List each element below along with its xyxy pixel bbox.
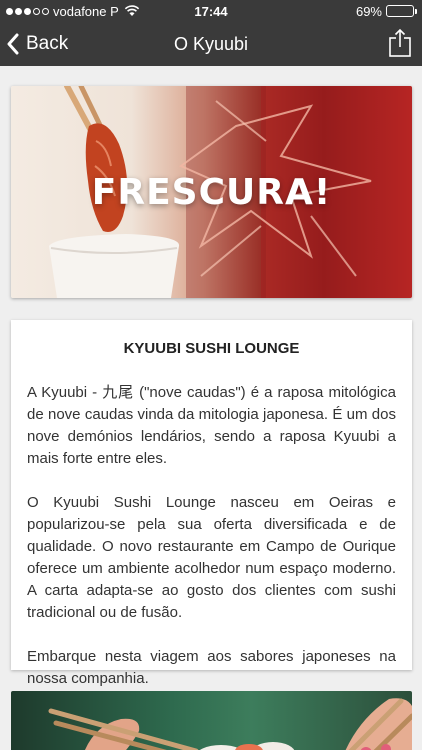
card-paragraph: O Kyuubi Sushi Lounge nasceu em Oeiras e…	[27, 494, 396, 621]
sushi-illustration	[48, 698, 412, 750]
back-label: Back	[26, 33, 69, 54]
status-right: 69%	[355, 0, 417, 22]
status-bar: vodafone P 17:44 69%	[0, 0, 422, 22]
hero-caption: FRESCURA!	[91, 172, 332, 213]
chevron-left-icon	[7, 33, 19, 55]
back-button[interactable]: Back	[6, 22, 68, 66]
battery-icon	[386, 5, 417, 17]
card-paragraph: Embarque nesta viagem aos sabores japone…	[27, 648, 396, 687]
info-card: KYUUBI SUSHI LOUNGE A Kyuubi - 九尾 ("nove…	[11, 320, 412, 687]
hero-image: FRESCURA!	[11, 86, 412, 298]
signal-icon	[6, 7, 49, 15]
navigation-bar: Back O Kyuubi	[0, 22, 422, 66]
wifi-icon	[124, 5, 139, 16]
status-left: vodafone P	[6, 0, 140, 22]
content-area[interactable]: FRESCURA! KYUUBI SUSHI LOUNGE A Kyuubi -…	[0, 66, 422, 750]
carrier-name: vodafone P	[53, 3, 119, 19]
battery-percent: 69%	[355, 3, 382, 19]
card-paragraph: A Kyuubi - 九尾 ("nove caudas") é a raposa…	[27, 384, 396, 467]
card-heading: KYUUBI SUSHI LOUNGE	[123, 340, 300, 357]
share-icon[interactable]	[388, 28, 412, 58]
sushi-photo	[11, 691, 412, 750]
